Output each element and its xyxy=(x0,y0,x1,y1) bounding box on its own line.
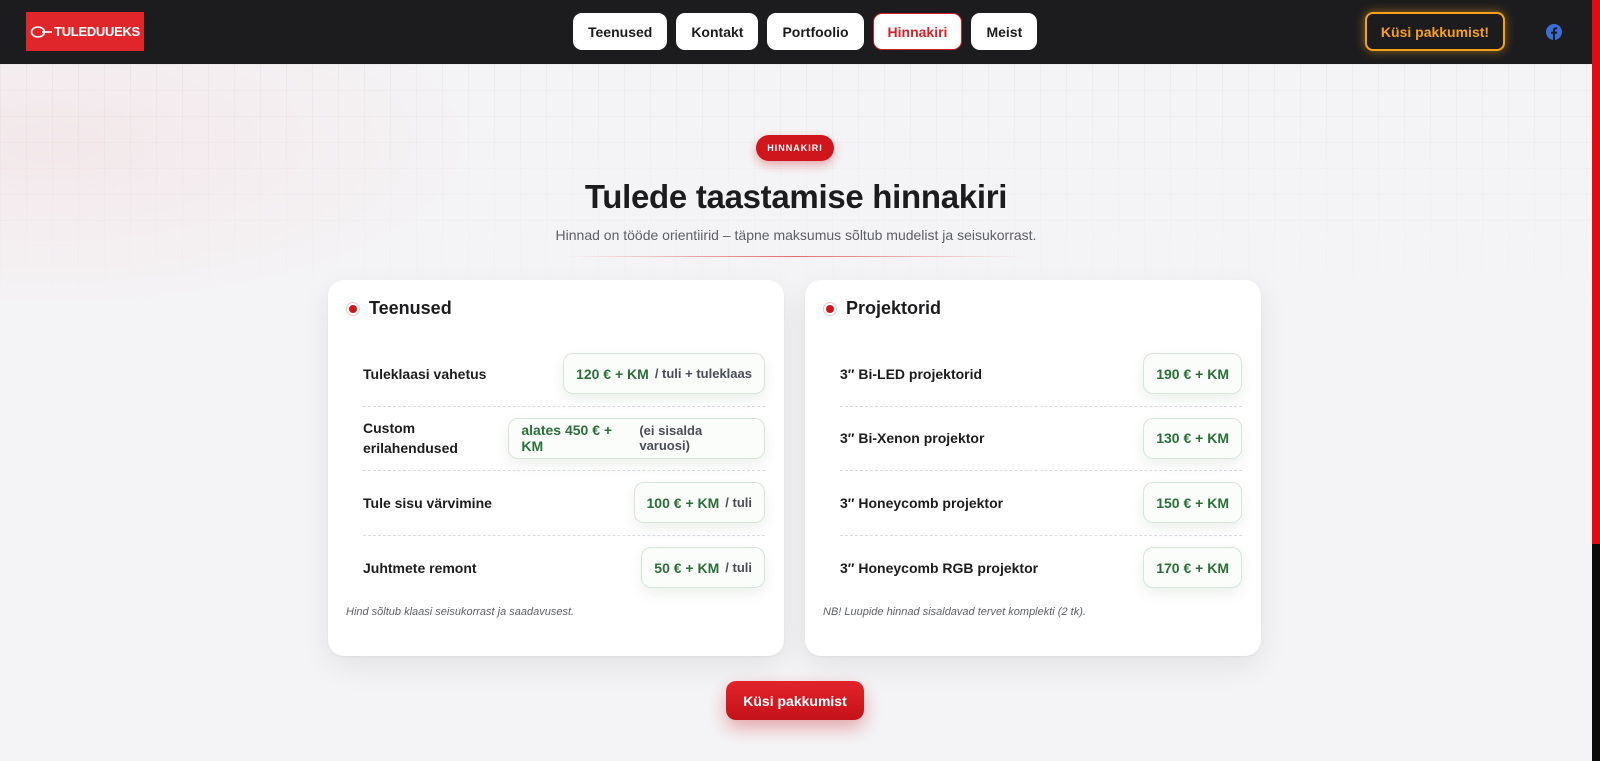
scrollbar-thumb[interactable] xyxy=(1592,544,1600,761)
price-pill: 100 € + KM / tuli xyxy=(633,482,765,524)
price-value: alates 450 € + KM xyxy=(521,422,613,455)
price-pill: 130 € + KM xyxy=(1143,417,1242,459)
main-nav: Teenused Kontakt Portfoolio Hinnakiri Me… xyxy=(573,13,1038,50)
price-list: 3″ Bi-LED projektorid 190 € + KM 3″ Bi-X… xyxy=(840,342,1242,600)
facebook-icon[interactable] xyxy=(1546,24,1562,40)
nav-item-meist[interactable]: Meist xyxy=(971,13,1038,50)
price-row: Tule sisu värvimine 100 € + KM / tuli xyxy=(363,471,765,536)
price-pill: 50 € + KM / tuli xyxy=(641,547,765,589)
projector-name: 3″ Honeycomb RGB projektor xyxy=(840,559,1039,576)
top-navbar: TULEDUUEKS Teenused Kontakt Portfoolio H… xyxy=(0,0,1592,64)
price-value: 150 € + KM xyxy=(1156,494,1229,511)
price-value: 120 € + KM xyxy=(576,365,649,382)
price-row: 3″ Bi-Xenon projektor 130 € + KM xyxy=(840,407,1242,471)
price-row: 3″ Honeycomb projektor 150 € + KM xyxy=(840,471,1242,536)
card-footnote: NB! Luupide hinnad sisaldavad tervet kom… xyxy=(823,606,1086,618)
service-name: Custom erilahendused xyxy=(363,420,458,457)
price-value: 100 € + KM xyxy=(646,494,720,511)
page-title: Tulede taastamise hinnakiri xyxy=(584,178,1008,215)
projector-name: 3″ Bi-LED projektorid xyxy=(840,365,983,382)
section-badge: HINNAKIRI xyxy=(756,135,834,161)
price-unit: / tuli xyxy=(725,495,752,511)
price-pill: alates 450 € + KM (ei sisalda varuosi) xyxy=(508,417,765,459)
logo-text: TULEDUUEKS xyxy=(54,24,140,39)
price-pill: 150 € + KM xyxy=(1143,482,1242,524)
price-row: 3″ Honeycomb RGB projektor 170 € + KM xyxy=(840,536,1242,601)
price-list: Tuleklaasi vahetus 120 € + KM / tuli + t… xyxy=(363,342,765,600)
card-title: Teenused xyxy=(369,298,452,318)
projector-name: 3″ Honeycomb projektor xyxy=(840,494,1004,511)
price-value: 130 € + KM xyxy=(1156,430,1229,447)
price-value: 50 € + KM xyxy=(654,559,720,576)
page-subtitle: Hinnad on tööde orientiirid – täpne maks… xyxy=(555,227,1037,243)
price-row: 3″ Bi-LED projektorid 190 € + KM xyxy=(840,342,1242,407)
price-row: Juhtmete remont 50 € + KM / tuli xyxy=(363,536,765,601)
nav-item-kontakt[interactable]: Kontakt xyxy=(676,13,759,50)
card-header: Teenused xyxy=(346,298,452,319)
page-scrollbar[interactable] xyxy=(1592,0,1600,761)
request-quote-button[interactable]: Küsi pakkumist xyxy=(726,681,864,720)
projectors-price-card: Projektorid 3″ Bi-LED projektorid 190 € … xyxy=(805,280,1261,656)
services-price-card: Teenused Tuleklaasi vahetus 120 € + KM /… xyxy=(328,280,784,656)
card-header: Projektorid xyxy=(823,298,941,319)
price-unit: / tuli + tuleklaas xyxy=(654,366,752,382)
price-value: 170 € + KM xyxy=(1156,559,1229,576)
service-name: Tule sisu värvimine xyxy=(363,494,492,511)
service-name: Tuleklaasi vahetus xyxy=(363,365,487,382)
price-unit: (ei sisalda varuosi) xyxy=(639,423,703,454)
site-logo[interactable]: TULEDUUEKS xyxy=(26,12,144,51)
price-value: 190 € + KM xyxy=(1156,365,1229,382)
logo-mark-icon xyxy=(30,25,53,38)
price-pill: 120 € + KM / tuli + tuleklaas xyxy=(563,353,765,395)
nav-item-hinnakiri[interactable]: Hinnakiri xyxy=(872,13,963,50)
bullet-dot-icon xyxy=(346,301,360,316)
price-unit: / tuli xyxy=(725,560,752,576)
service-name: Juhtmete remont xyxy=(363,559,477,576)
request-quote-button-header[interactable]: Küsi pakkumist! xyxy=(1365,12,1505,51)
bullet-dot-icon xyxy=(823,301,837,316)
card-title: Projektorid xyxy=(846,298,942,318)
price-row: Custom erilahendused alates 450 € + KM (… xyxy=(363,407,765,471)
price-pill: 190 € + KM xyxy=(1143,353,1242,395)
card-footnote: Hind sõltub klaasi seisukorrast ja saada… xyxy=(346,606,575,618)
projector-name: 3″ Bi-Xenon projektor xyxy=(840,430,985,447)
nav-item-teenused[interactable]: Teenused xyxy=(573,13,668,50)
price-row: Tuleklaasi vahetus 120 € + KM / tuli + t… xyxy=(363,342,765,407)
nav-item-portfoolio[interactable]: Portfoolio xyxy=(767,13,864,50)
price-pill: 170 € + KM xyxy=(1143,547,1242,589)
title-divider xyxy=(565,256,1025,257)
